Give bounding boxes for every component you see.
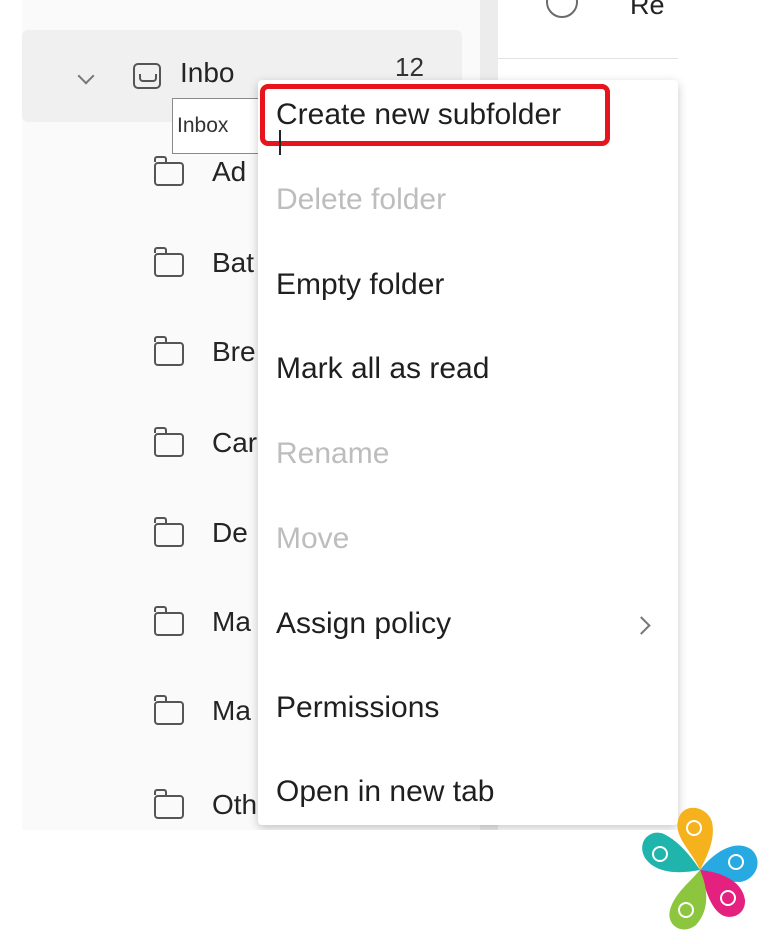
- folder-icon: [154, 156, 184, 186]
- folder-icon: [154, 606, 184, 636]
- folder-item[interactable]: Ma: [150, 694, 260, 734]
- folder-item[interactable]: De: [150, 516, 260, 556]
- folder-tooltip: Inbox: [172, 98, 272, 154]
- menu-item-label: Permissions: [276, 691, 440, 724]
- flower-logo-icon: [642, 807, 758, 930]
- message-list-header: Re: [498, 0, 678, 59]
- folder-icon: [154, 336, 184, 366]
- menu-item-label: Mark all as read: [276, 352, 490, 385]
- folder-label: Ma: [212, 695, 251, 726]
- highlight-box: [260, 84, 610, 146]
- menu-item-label: Assign policy: [276, 607, 452, 640]
- menu-item-label: Open in new tab: [276, 775, 495, 808]
- menu-item-delete-folder[interactable]: Delete folder: [258, 165, 678, 235]
- folder-item[interactable]: Bre: [150, 335, 260, 375]
- folder-item[interactable]: Bat: [150, 246, 260, 286]
- inbox-icon: [133, 63, 161, 89]
- folder-label: Ad: [212, 156, 247, 187]
- folder-label-inbox: Inbo: [180, 57, 235, 88]
- menu-item-label: Rename: [276, 437, 390, 470]
- folder-icon: [154, 789, 184, 819]
- folder-label: Ma: [212, 606, 251, 637]
- unread-count: 12: [395, 52, 424, 82]
- menu-item-rename[interactable]: Rename: [258, 419, 678, 489]
- folder-icon: [154, 247, 184, 277]
- folder-icon: [154, 517, 184, 547]
- folder-context-menu: Create new subfolder Delete folder Empty…: [258, 80, 678, 825]
- folder-icon: [154, 695, 184, 725]
- menu-item-label: Empty folder: [276, 268, 445, 301]
- right-margin: [678, 0, 775, 830]
- folder-item[interactable]: Car: [150, 426, 260, 466]
- menu-item-mark-all-as-read[interactable]: Mark all as read: [258, 334, 678, 404]
- folder-item[interactable]: Ma: [150, 605, 260, 645]
- folder-label: Car: [212, 427, 258, 458]
- menu-item-label: Delete folder: [276, 183, 447, 216]
- folder-label: Bre: [212, 336, 256, 367]
- folder-item[interactable]: Other: [150, 788, 282, 828]
- tooltip-text: Inbox: [177, 114, 229, 137]
- menu-item-open-in-new-tab[interactable]: Open in new tab: [258, 757, 678, 827]
- folder-icon: [154, 427, 184, 457]
- menu-item-permissions[interactable]: Permissions: [258, 673, 678, 743]
- chevron-right-icon: [632, 616, 651, 635]
- text-cursor: [279, 130, 281, 155]
- mail-app: Re Inbo 12 Ad Bat Bre Car De Ma Ma Other…: [0, 0, 775, 830]
- menu-item-assign-policy[interactable]: Assign policy: [258, 589, 678, 659]
- menu-item-empty-folder[interactable]: Empty folder: [258, 250, 678, 320]
- menu-item-move[interactable]: Move: [258, 504, 678, 574]
- menu-item-label: Move: [276, 522, 350, 555]
- folder-label: De: [212, 517, 248, 548]
- folder-label: Bat: [212, 247, 255, 278]
- plus-circle-icon[interactable]: [546, 0, 578, 18]
- reading-title: Re: [630, 0, 665, 20]
- folder-item[interactable]: Ad: [150, 155, 260, 195]
